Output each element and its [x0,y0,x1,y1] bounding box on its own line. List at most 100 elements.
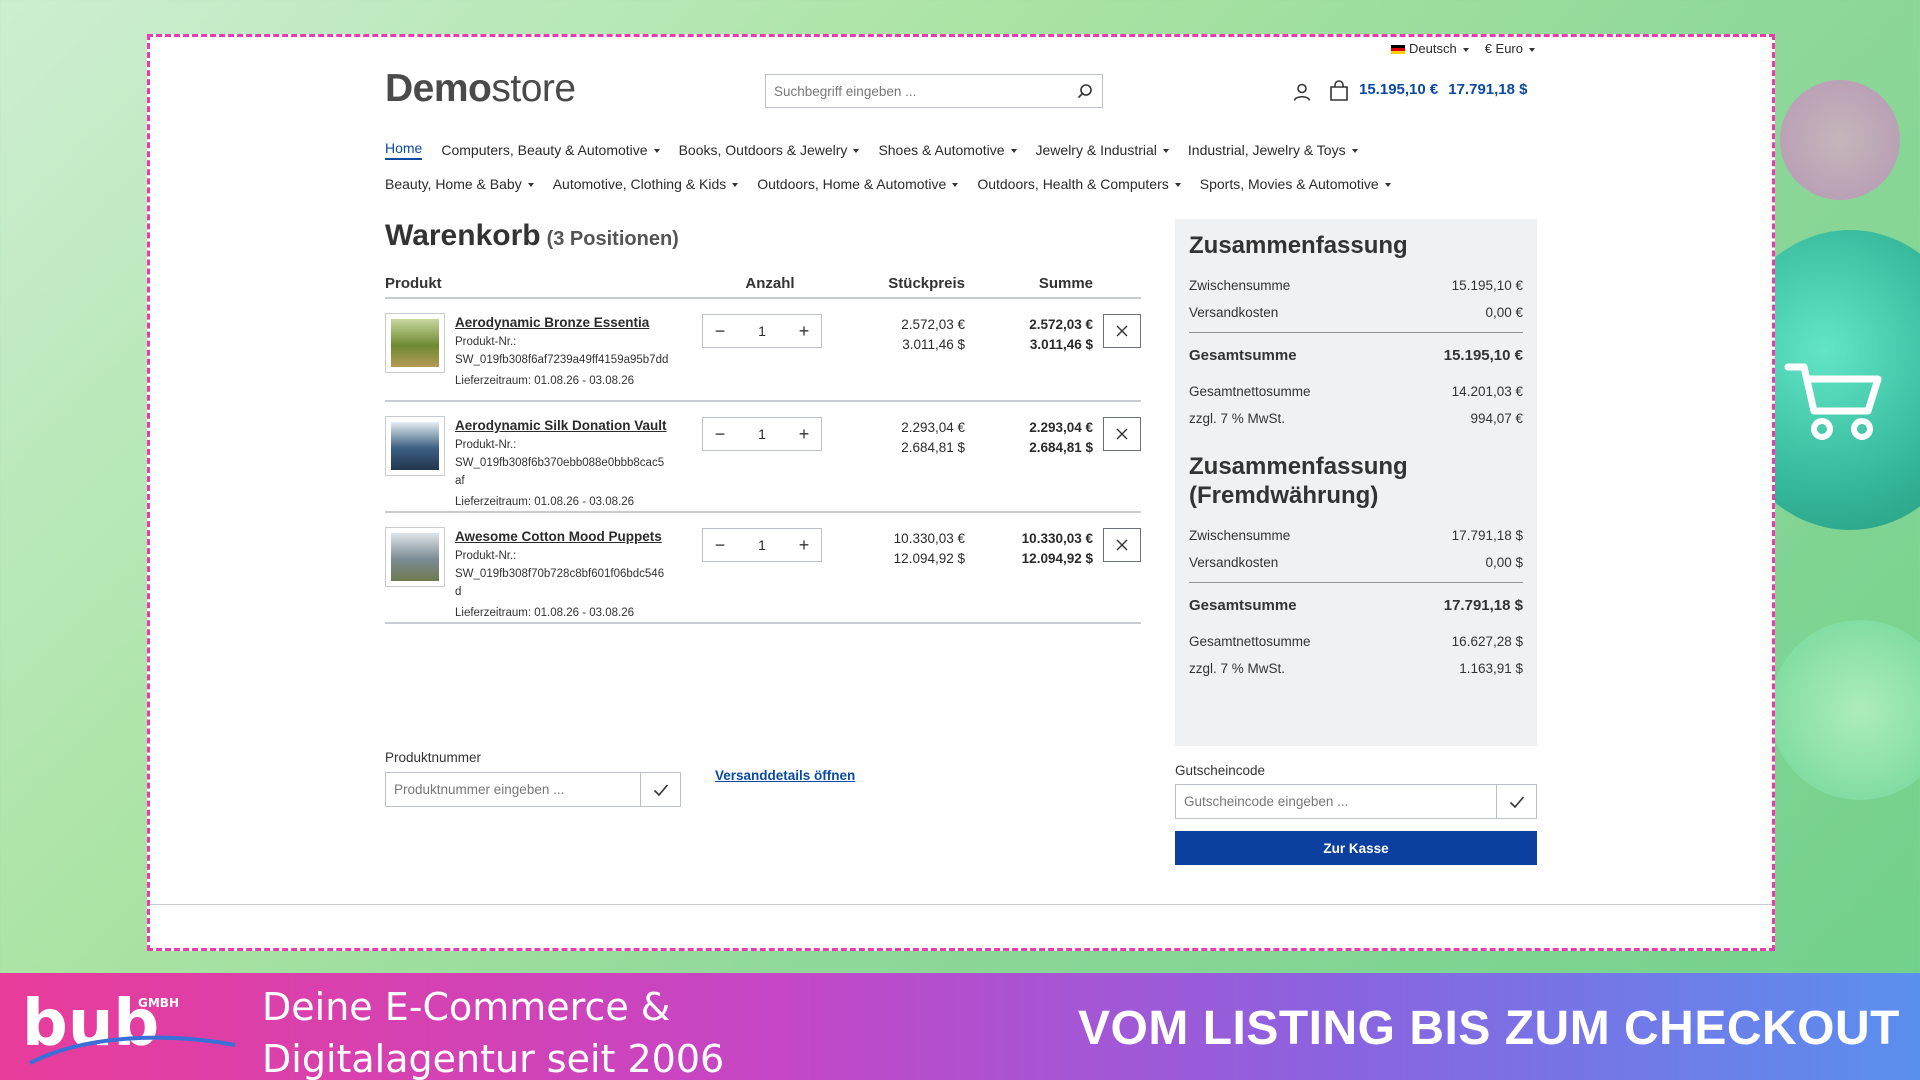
product-thumbnail[interactable] [385,416,445,476]
product-name-link[interactable]: Awesome Cotton Mood Puppets [455,527,670,547]
quantity-value[interactable]: 1 [758,426,766,442]
nav-item[interactable]: Jewelry & Industrial [1036,142,1169,158]
product-number-input[interactable] [386,773,640,806]
product-thumbnail[interactable] [385,313,445,373]
cart-table-header: Produkt Anzahl Stückpreis Summe [385,269,1141,299]
nav-item[interactable]: Outdoors, Health & Computers [977,176,1181,192]
chevron-down-icon [1162,149,1169,154]
summary-foreign-total-row: Gesamtsumme 17.791,18 $ [1189,597,1523,614]
shipping-details-link[interactable]: Versanddetails öffnen [715,768,855,783]
unit-price: 2.572,03 €3.011,46 $ [901,317,965,352]
plus-icon[interactable]: + [797,322,811,340]
coupon-submit-button[interactable] [1496,785,1536,818]
product-number-label: Produkt-Nr.: [455,336,517,348]
language-switcher[interactable]: Deutsch [1390,41,1469,56]
plus-icon[interactable]: + [797,425,811,443]
delivery-period: Lieferzeitraum: 01.08.26 - 03.08.26 [455,375,635,387]
footer-divider [150,904,1772,905]
minus-icon[interactable]: − [713,536,727,554]
quantity-value[interactable]: 1 [758,537,766,553]
nav-item[interactable]: Industrial, Jewelry & Toys [1188,142,1358,158]
coupon-label: Gutscheincode [1175,763,1266,778]
chevron-down-icon [1462,47,1469,52]
product-number-group [385,772,681,807]
product-thumbnail[interactable] [385,527,445,587]
german-flag-icon [1390,45,1405,55]
minus-icon[interactable]: − [713,322,727,340]
summary-foreign-title: Zusammenfassung (Fremdwährung) [1189,453,1408,509]
nav-row: Home Computers, Beauty & Automotive Books,… [385,133,1535,167]
cart-icon[interactable] [1328,80,1350,102]
checkmark-icon [1509,795,1524,808]
banner-tagline: Deine E-Commerce & Digitalagentur seit 2… [262,985,725,1080]
unit-price: 2.293,04 €2.684,81 $ [901,420,965,455]
close-icon [1116,325,1128,337]
nav-item[interactable]: Computers, Beauty & Automotive [441,142,660,158]
chevron-down-icon [732,183,739,188]
chevron-down-icon [527,183,534,188]
nav-row: Beauty, Home & Baby Automotive, Clothing … [385,167,1535,201]
page-title: Warenkorb (3 Positionen) [385,219,679,252]
cart-item-count: (3 Positionen) [546,228,679,250]
delivery-period: Lieferzeitraum: 01.08.26 - 03.08.26 [455,496,635,508]
minus-icon[interactable]: − [713,425,727,443]
quantity-stepper[interactable]: − 1 + [702,314,822,348]
store-logo[interactable]: Demostore [385,67,576,111]
summary-foreign-net-row: Gesamtnettosumme 16.627,28 $ [1189,634,1523,649]
header-cart-totals[interactable]: 15.195,10 € 17.791,18 $ [1359,81,1528,98]
plus-icon[interactable]: + [797,536,811,554]
currency-switcher[interactable]: € Euro [1485,41,1535,56]
chevron-down-icon [853,149,860,154]
summary-subtotal-row: Zwischensumme 15.195,10 € [1189,278,1523,293]
summary-shipping-row: Versandkosten 0,00 € [1189,305,1523,320]
product-name-link[interactable]: Aerodynamic Bronze Essentia [455,313,670,333]
product-number-submit-button[interactable] [640,773,680,806]
chevron-down-icon [1351,149,1358,154]
checkout-button[interactable]: Zur Kasse [1175,831,1537,865]
summary-total-row: Gesamtsumme 15.195,10 € [1189,347,1523,364]
shopping-cart-deco-icon [1784,363,1882,440]
quantity-value[interactable]: 1 [758,323,766,339]
remove-item-button[interactable] [1103,314,1141,348]
order-summary: Zusammenfassung Zwischensumme 15.195,10 €… [1175,219,1537,746]
nav-item[interactable]: Beauty, Home & Baby [385,176,534,192]
product-number-label: Produkt-Nr.: [455,550,517,562]
remove-item-button[interactable] [1103,528,1141,562]
search-button[interactable] [1068,75,1102,107]
search-input[interactable] [766,75,1068,107]
summary-foreign-shipping-row: Versandkosten 0,00 $ [1189,555,1523,570]
nav-item[interactable]: Shoes & Automotive [878,142,1017,158]
cart-table: Produkt Anzahl Stückpreis Summe Aerodyna… [385,269,1141,624]
promo-banner: bub GMBH Deine E-Commerce & Digitalagent… [0,973,1920,1080]
quantity-stepper[interactable]: − 1 + [702,528,822,562]
close-icon [1116,539,1128,551]
product-sku: SW_019fb308f70b728c8bf601f06bdc546d [455,568,665,598]
remove-item-button[interactable] [1103,417,1141,451]
chevron-down-icon [653,149,660,154]
nav-item[interactable]: Sports, Movies & Automotive [1200,176,1391,192]
summary-foreign-tax-row: zzgl. 7 % MwSt. 1.163,91 $ [1189,661,1523,676]
nav-item[interactable]: Automotive, Clothing & Kids [553,176,739,192]
browser-viewport-frame: Deutsch € Euro Demostore 15.195,10 € 17.… [147,34,1775,951]
account-icon[interactable] [1292,82,1312,102]
close-icon [1116,428,1128,440]
top-bar: Deutsch € Euro [1390,41,1535,56]
product-number-label: Produktnummer [385,750,482,765]
product-image [391,422,439,470]
product-info: Awesome Cotton Mood Puppets Produkt-Nr.: S… [455,527,670,619]
banner-headline: VOM LISTING BIS ZUM CHECKOUT [1078,1002,1900,1055]
nav-item[interactable]: Outdoors, Home & Automotive [757,176,959,192]
coupon-input[interactable] [1176,785,1496,818]
cart-line-item: Awesome Cotton Mood Puppets Produkt-Nr.: S… [385,513,1141,624]
product-name-link[interactable]: Aerodynamic Silk Donation Vault [455,416,670,436]
product-number-label: Produkt-Nr.: [455,439,517,451]
product-image [391,533,439,581]
quantity-stepper[interactable]: − 1 + [702,417,822,451]
unit-price: 10.330,03 €12.094,92 $ [893,531,965,566]
product-sku: SW_019fb308f6af7239a49ff4159a95b7dd [455,354,669,366]
line-total: 10.330,03 €12.094,92 $ [1021,531,1093,566]
cart-line-item: Aerodynamic Silk Donation Vault Produkt-N… [385,402,1141,513]
nav-item[interactable]: Home [385,140,423,160]
coupon-group [1175,784,1537,819]
nav-item[interactable]: Books, Outdoors & Jewelry [679,142,860,158]
